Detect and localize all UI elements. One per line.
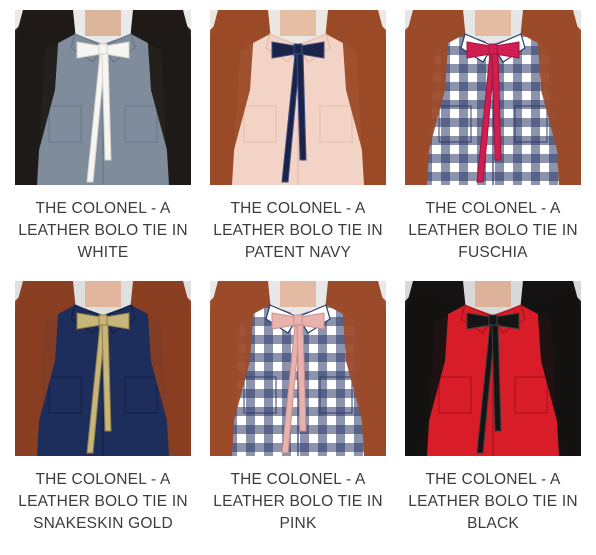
product-title-line: LEATHER BOLO TIE IN (213, 493, 383, 510)
product-photo[interactable] (15, 10, 191, 185)
product-title-line: THE COLONEL - A (425, 200, 561, 217)
product-grid: THE COLONEL - A LEATHER BOLO TIE IN WHIT… (0, 0, 596, 555)
product-photo[interactable] (405, 10, 581, 185)
product-title-line: PINK (279, 515, 317, 532)
product-photo[interactable] (405, 281, 581, 456)
product-title-line: THE COLONEL - A (230, 200, 366, 217)
product-title[interactable]: THE COLONEL - A LEATHER BOLO TIE IN PATE… (202, 198, 394, 264)
product-title-line: FUSCHIA (458, 244, 528, 261)
product-title[interactable]: THE COLONEL - A LEATHER BOLO TIE IN SNAK… (7, 469, 199, 535)
product-photo[interactable] (210, 10, 386, 185)
product-title-line: THE COLONEL - A (425, 471, 561, 488)
product-photo[interactable] (15, 281, 191, 456)
product-title[interactable]: THE COLONEL - A LEATHER BOLO TIE IN FUSC… (397, 198, 589, 264)
product-title-line: LEATHER BOLO TIE IN (408, 493, 578, 510)
product-title-line: LEATHER BOLO TIE IN (18, 222, 188, 239)
product-title-line: THE COLONEL - A (35, 200, 171, 217)
product-title-line: WHITE (77, 244, 129, 261)
product-title[interactable]: THE COLONEL - A LEATHER BOLO TIE IN PINK (202, 469, 394, 535)
product-title[interactable]: THE COLONEL - A LEATHER BOLO TIE IN WHIT… (7, 198, 199, 264)
product-title-line: PATENT NAVY (244, 244, 352, 261)
product-title-line: BLACK (467, 515, 519, 532)
product-photo[interactable] (210, 281, 386, 456)
product-title-line: LEATHER BOLO TIE IN (213, 222, 383, 239)
product-title-line: THE COLONEL - A (35, 471, 171, 488)
product-title-line: LEATHER BOLO TIE IN (408, 222, 578, 239)
product-title-line: LEATHER BOLO TIE IN (18, 493, 188, 510)
product-title-line: SNAKESKIN GOLD (33, 515, 173, 532)
product-title[interactable]: THE COLONEL - A LEATHER BOLO TIE IN BLAC… (397, 469, 589, 535)
product-title-line: THE COLONEL - A (230, 471, 366, 488)
